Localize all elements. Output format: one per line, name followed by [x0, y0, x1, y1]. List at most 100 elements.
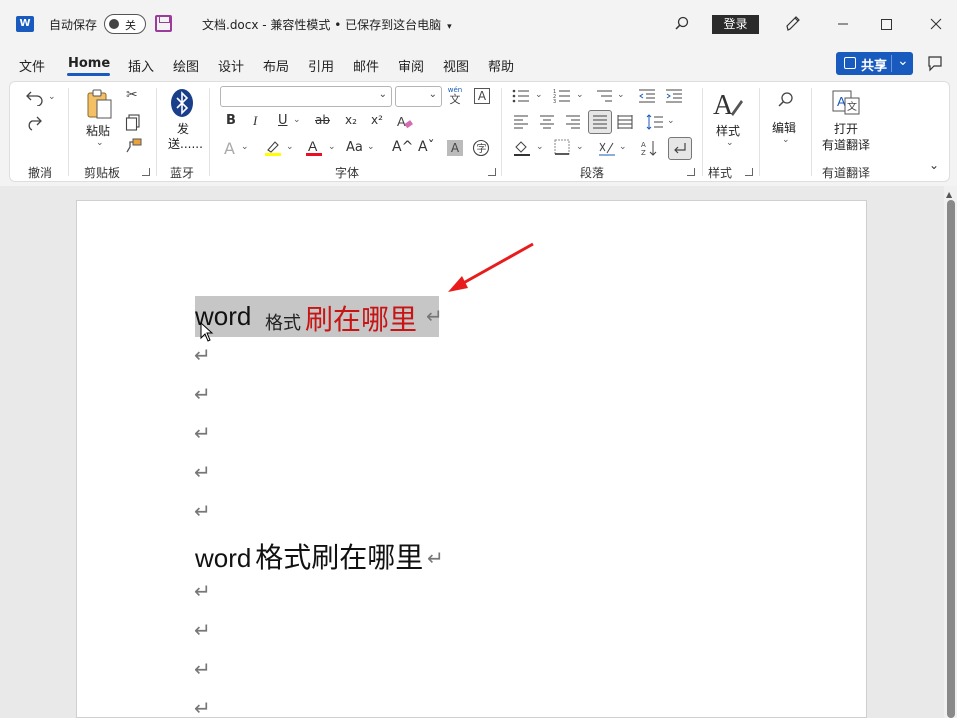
editing-label[interactable]: 编辑 [772, 119, 796, 136]
minimize-icon[interactable] [831, 12, 855, 36]
multilevel-list-icon[interactable] [595, 88, 613, 104]
menu-review[interactable]: 审阅 [398, 56, 424, 75]
phonetic-guide-icon[interactable]: wén 文 [447, 84, 463, 105]
font-launcher-icon[interactable] [488, 168, 496, 176]
chevron-down-icon[interactable]: ⌄ [726, 138, 734, 148]
grow-font-button[interactable]: A^ [392, 139, 413, 155]
menu-view[interactable]: 视图 [443, 56, 469, 75]
chevron-down-icon[interactable]: ⌄ [535, 90, 543, 100]
scroll-up-icon[interactable]: ▲ [946, 190, 952, 199]
chevron-down-icon[interactable]: ⌄ [619, 142, 627, 152]
increase-indent-icon[interactable] [665, 88, 683, 104]
align-right-icon[interactable] [565, 114, 581, 130]
send-label[interactable]: 发送...... [168, 122, 203, 152]
chevron-down-icon[interactable]: ⌄ [536, 142, 544, 152]
enclose-characters-icon[interactable]: 字 [472, 139, 490, 157]
youdao-translate-label[interactable]: 有道翻译 [822, 136, 870, 153]
show-marks-button[interactable] [668, 137, 692, 160]
strikethrough-button[interactable]: ab [315, 113, 330, 127]
autosave-toggle[interactable]: 关 [104, 14, 146, 34]
open-label[interactable]: 打开 [834, 120, 858, 137]
chevron-down-icon[interactable]: ⌄ [576, 90, 584, 100]
sort-icon[interactable]: AZ [641, 139, 659, 157]
menu-help[interactable]: 帮助 [488, 56, 514, 75]
superscript-button[interactable]: x² [371, 113, 383, 127]
undo-icon[interactable] [25, 88, 45, 106]
asian-layout-icon[interactable] [597, 139, 617, 157]
redo-icon[interactable] [25, 113, 45, 131]
font-name-dropdown[interactable]: ⌄ [220, 86, 392, 107]
chevron-down-icon[interactable]: ⌄ [667, 116, 675, 126]
line-spacing-icon[interactable] [646, 114, 664, 130]
clipboard-launcher-icon[interactable] [142, 168, 150, 176]
bluetooth-icon[interactable] [170, 88, 194, 118]
decrease-indent-icon[interactable] [638, 88, 656, 104]
chevron-down-icon[interactable]: ⌄ [617, 90, 625, 100]
paste-label[interactable]: 粘贴 [86, 122, 110, 139]
highlight-icon[interactable] [264, 139, 282, 157]
share-button[interactable]: 共享 ⌄ [836, 52, 913, 75]
font-color-icon[interactable]: A [306, 138, 322, 158]
menu-references[interactable]: 引用 [308, 56, 334, 75]
youdao-translate-icon[interactable]: A 文 [831, 88, 861, 118]
menu-file[interactable]: 文件 [19, 56, 45, 75]
selected-text-line[interactable]: word 格式 刷在哪里 [195, 296, 439, 337]
chevron-down-icon[interactable]: ⌄ [286, 142, 294, 152]
menu-mailings[interactable]: 邮件 [353, 56, 379, 75]
shrink-font-button[interactable]: Aˇ [418, 139, 435, 155]
menu-home[interactable]: Home [68, 56, 110, 71]
cut-icon[interactable]: ✂ [126, 87, 138, 103]
save-icon[interactable] [155, 15, 172, 32]
styles-icon[interactable]: A [711, 88, 745, 120]
scrollbar-thumb[interactable] [947, 200, 955, 718]
chevron-down-icon[interactable]: ⌄ [897, 53, 909, 69]
menu-layout[interactable]: 布局 [263, 56, 289, 75]
distributed-icon[interactable] [617, 114, 633, 130]
underline-button[interactable]: U [278, 113, 288, 128]
paragraph-launcher-icon[interactable] [687, 168, 695, 176]
chevron-down-icon[interactable]: ⌄ [96, 138, 104, 148]
subscript-button[interactable]: x₂ [345, 113, 357, 127]
paste-icon[interactable] [85, 87, 115, 121]
chevron-down-icon[interactable]: ⌄ [367, 142, 375, 152]
undo-dropdown-icon[interactable]: ⌄ [48, 92, 56, 102]
chevron-down-icon[interactable]: ⌄ [328, 142, 336, 152]
character-shading-icon[interactable]: A [447, 140, 463, 156]
format-painter-icon[interactable] [125, 138, 143, 154]
menu-draw[interactable]: 绘图 [173, 56, 199, 75]
svg-text:Z: Z [641, 149, 646, 157]
styles-label[interactable]: 样式 [716, 122, 740, 139]
copy-icon[interactable] [125, 113, 141, 131]
chevron-down-icon[interactable]: ⌄ [293, 115, 301, 125]
character-border-icon[interactable]: A [474, 88, 490, 104]
login-button[interactable]: 登录 [712, 15, 759, 34]
menu-design[interactable]: 设计 [218, 56, 244, 75]
editing-search-icon[interactable] [777, 91, 795, 109]
change-case-button[interactable]: Aa [346, 140, 363, 155]
align-center-icon[interactable] [539, 114, 555, 130]
align-left-icon[interactable] [513, 114, 529, 130]
menu-insert[interactable]: 插入 [128, 56, 154, 75]
borders-icon[interactable] [554, 139, 570, 155]
pen-icon[interactable] [784, 14, 802, 32]
text-line-2[interactable]: word 格式刷在哪里 ↵ [195, 536, 444, 576]
numbering-icon[interactable]: 123 [553, 88, 571, 104]
document-title[interactable]: 文档.docx - 兼容性模式 • 已保存到这台电脑 ▾ [202, 16, 452, 33]
justify-button[interactable] [588, 110, 612, 134]
styles-launcher-icon[interactable] [745, 168, 753, 176]
close-icon[interactable] [924, 12, 948, 36]
chevron-down-icon[interactable]: ⌄ [782, 135, 790, 145]
bold-button[interactable]: B [226, 113, 236, 128]
comment-icon[interactable] [926, 54, 944, 72]
ribbon-collapse-icon[interactable]: ⌄ [929, 158, 939, 172]
search-icon[interactable] [675, 16, 689, 30]
chevron-down-icon[interactable]: ⌄ [576, 142, 584, 152]
maximize-icon[interactable] [874, 12, 898, 36]
chevron-down-icon[interactable]: ⌄ [241, 142, 249, 152]
font-size-dropdown[interactable]: ⌄ [395, 86, 442, 107]
shading-icon[interactable] [513, 139, 531, 157]
bullets-icon[interactable] [512, 88, 530, 104]
italic-button[interactable]: I [253, 113, 257, 129]
text-effects-icon[interactable]: A [224, 139, 235, 158]
clear-formatting-icon[interactable]: A [396, 113, 414, 131]
